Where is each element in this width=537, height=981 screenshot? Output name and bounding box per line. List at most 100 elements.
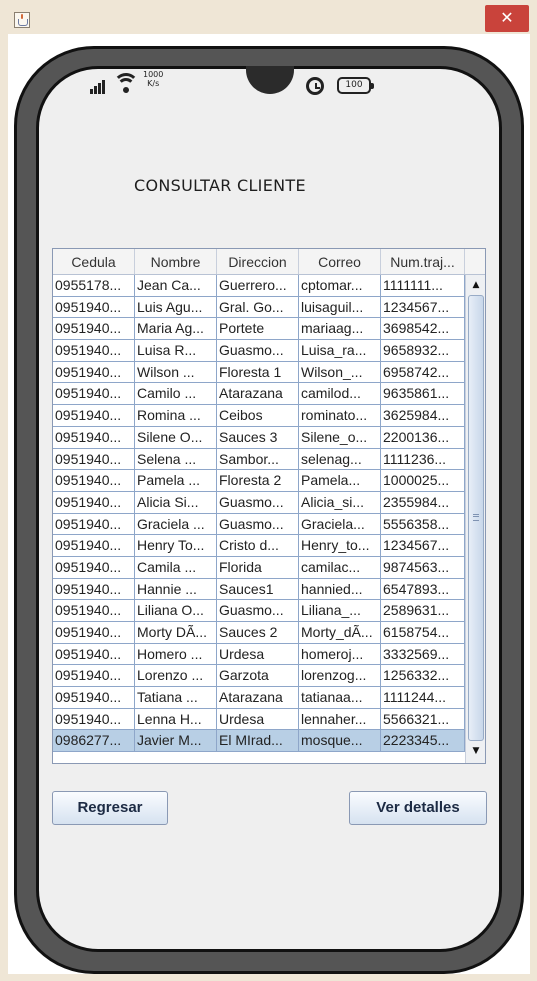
window-close-button[interactable]: ✕: [485, 5, 529, 32]
table-row[interactable]: 0951940... Alicia Si... Guasmo... Alicia_si…: [53, 491, 465, 514]
view-details-button[interactable]: Ver detalles: [349, 791, 487, 825]
table-row[interactable]: 0951940... Henry To... Cristo d... Henry_to…: [53, 535, 465, 557]
table-cell: lorenzog...: [299, 665, 381, 688]
table-cell: 2200136...: [381, 426, 465, 449]
java-app-icon: [14, 12, 30, 28]
table-cell: Sauces 2: [217, 622, 299, 644]
alarm-icon: [306, 77, 324, 95]
table-row[interactable]: 0955178... Jean Ca... Guerrero... cptomar..…: [53, 275, 465, 297]
table-cell: 6158754...: [381, 622, 465, 644]
table-cell: Selena ...: [135, 448, 217, 471]
table-cell: 0951940...: [53, 405, 135, 427]
table-cell: selenag...: [299, 448, 381, 471]
scroll-down-arrow-icon[interactable]: ▼: [468, 743, 484, 759]
table-cell: Atarazana: [217, 687, 299, 709]
table-cell: Guerrero...: [217, 275, 299, 297]
table-cell: Luis Agu...: [135, 296, 217, 319]
column-header[interactable]: Num.traj...: [381, 249, 465, 274]
table-row[interactable]: 0951940... Graciela ... Guasmo... Graciela.…: [53, 513, 465, 536]
table-cell: 3625984...: [381, 405, 465, 427]
table-cell: 0951940...: [53, 470, 135, 492]
table-row[interactable]: 0951940... Wilson ... Floresta 1 Wilson_...…: [53, 361, 465, 384]
table-cell: Camilo ...: [135, 383, 217, 406]
table-row[interactable]: 0951940... Lorenzo ... Garzota lorenzog... 1…: [53, 665, 465, 688]
column-header[interactable]: Cedula: [53, 249, 135, 274]
table-row[interactable]: 0951940... Tatiana ... Atarazana tatianaa..…: [53, 687, 465, 709]
table-row[interactable]: 0951940... Liliana O... Guasmo... Liliana_.…: [53, 600, 465, 622]
table-cell: Alicia_si...: [299, 491, 381, 514]
table-row[interactable]: 0951940... Luisa R... Guasmo... Luisa_ra...…: [53, 340, 465, 362]
table-row[interactable]: 0951940... Romina ... Ceibos rominato... 362…: [53, 405, 465, 427]
table-row[interactable]: 0951940... Camilo ... Atarazana camilod... 9…: [53, 383, 465, 406]
table-cell: Liliana_...: [299, 600, 381, 622]
column-header[interactable]: Nombre: [135, 249, 217, 274]
table-cell: Henry To...: [135, 535, 217, 557]
battery-icon: 100: [337, 77, 374, 94]
table-cell: Guasmo...: [217, 340, 299, 362]
table-cell: Morty DÃ...: [135, 622, 217, 644]
table-cell: Luisa R...: [135, 340, 217, 362]
table-cell: Graciela...: [299, 513, 381, 536]
table-cell: Luisa_ra...: [299, 340, 381, 362]
table-cell: luisaguil...: [299, 296, 381, 319]
table-cell: Cristo d...: [217, 535, 299, 557]
scrollbar-thumb[interactable]: [468, 295, 484, 741]
table-cell: 0951940...: [53, 383, 135, 406]
table-cell: 0951940...: [53, 687, 135, 709]
table-cell: Wilson_...: [299, 361, 381, 384]
table-cell: Maria Ag...: [135, 318, 217, 341]
table-cell: 0951940...: [53, 426, 135, 449]
table-cell: Floresta 1: [217, 361, 299, 384]
table-cell: 0951940...: [53, 296, 135, 319]
table-row[interactable]: 0951940... Homero ... Urdesa homeroj... 3332…: [53, 643, 465, 666]
table-row[interactable]: 0951940... Silene O... Sauces 3 Silene_o...…: [53, 426, 465, 449]
table-cell: Homero ...: [135, 643, 217, 666]
table-cell: 1256332...: [381, 665, 465, 688]
table-row[interactable]: 0951940... Luis Agu... Gral. Go... luisagui…: [53, 296, 465, 319]
table-row[interactable]: 0951940... Morty DÃ... Sauces 2 Morty_dÃ...…: [53, 622, 465, 644]
table-cell: 5556358...: [381, 513, 465, 536]
table-cell: 0951940...: [53, 361, 135, 384]
back-button[interactable]: Regresar: [52, 791, 168, 825]
table-cell: Jean Ca...: [135, 275, 217, 297]
table-cell: Silene_o...: [299, 426, 381, 449]
table-cell: 6958742...: [381, 361, 465, 384]
table-cell: 2355984...: [381, 491, 465, 514]
table-cell: 1234567...: [381, 535, 465, 557]
table-cell: tatianaa...: [299, 687, 381, 709]
table-cell: 0951940...: [53, 643, 135, 666]
scroll-up-arrow-icon[interactable]: ▲: [468, 277, 484, 293]
table-row[interactable]: 0986277... Javier M... El MIrad... mosque..…: [53, 730, 465, 753]
table-cell: Guasmo...: [217, 600, 299, 622]
table-cell: Morty_dÃ...: [299, 622, 381, 644]
column-header[interactable]: Direccion: [217, 249, 299, 274]
table-cell: Atarazana: [217, 383, 299, 406]
table-cell: rominato...: [299, 405, 381, 427]
table-cell: 0951940...: [53, 556, 135, 579]
table-row[interactable]: 0951940... Hannie ... Sauces1 hannied... 654…: [53, 578, 465, 601]
column-header[interactable]: Correo: [299, 249, 381, 274]
table-row[interactable]: 0951940... Lenna H... Urdesa lennaher... 556…: [53, 708, 465, 731]
network-speed: 1000 K/s: [143, 70, 164, 88]
table-row[interactable]: 0951940... Pamela ... Floresta 2 Pamela... 1…: [53, 470, 465, 492]
table-row[interactable]: 0951940... Maria Ag... Portete mariaag... 36…: [53, 318, 465, 341]
table-cell: Ceibos: [217, 405, 299, 427]
table-cell: Lenna H...: [135, 708, 217, 731]
table-cell: Sambor...: [217, 448, 299, 471]
table-header: Cedula Nombre Direccion Correo Num.traj...: [53, 249, 485, 275]
vertical-scrollbar[interactable]: ▲ ▼: [465, 275, 485, 763]
table-cell: 1111236...: [381, 448, 465, 471]
table-cell: Pamela ...: [135, 470, 217, 492]
table-row[interactable]: 0951940... Camila ... Florida camilac... 987…: [53, 556, 465, 579]
window-frame: [0, 34, 8, 981]
table-cell: Wilson ...: [135, 361, 217, 384]
clients-table[interactable]: Cedula Nombre Direccion Correo Num.traj... 0…: [52, 248, 486, 764]
table-row[interactable]: 0951940... Selena ... Sambor... selenag... 1…: [53, 448, 465, 471]
table-cell: Sauces1: [217, 578, 299, 601]
table-cell: hannied...: [299, 578, 381, 601]
table-cell: Guasmo...: [217, 513, 299, 536]
table-cell: Liliana O...: [135, 600, 217, 622]
table-cell: 0951940...: [53, 448, 135, 471]
table-cell: Silene O...: [135, 426, 217, 449]
table-cell: homeroj...: [299, 643, 381, 666]
